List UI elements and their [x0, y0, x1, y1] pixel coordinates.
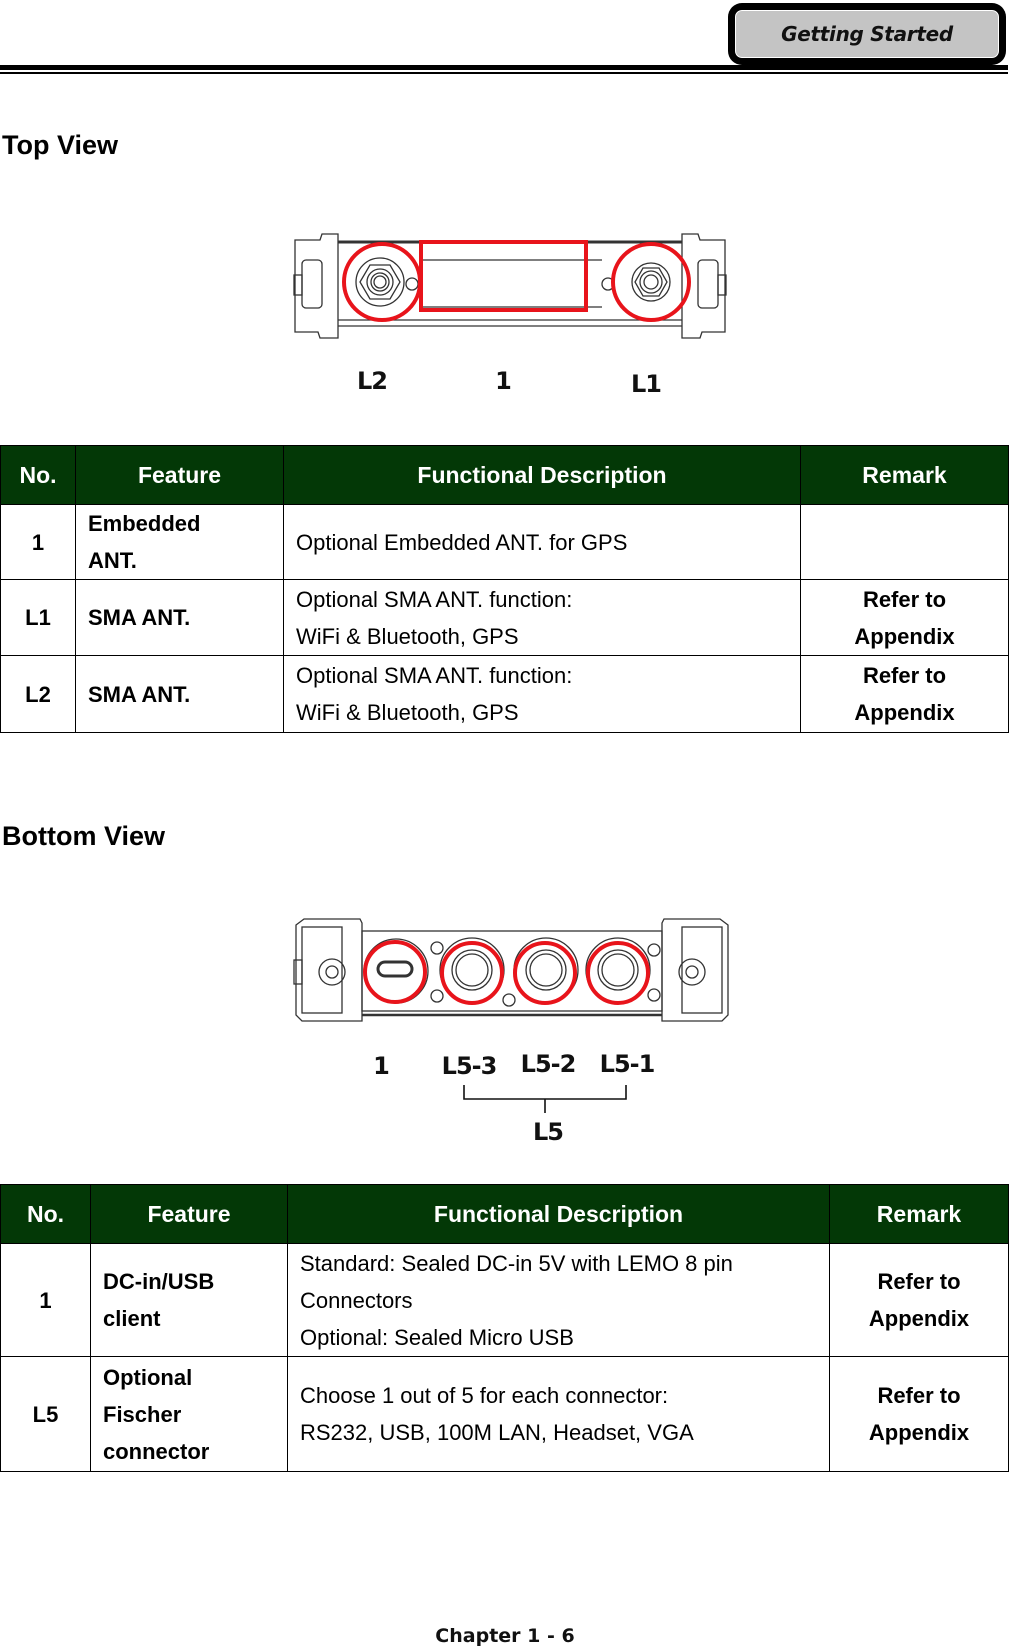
cell-description: Optional SMA ANT. function: WiFi & Bluet… [283, 655, 801, 733]
l5-3-highlight [440, 941, 504, 1005]
callout-l5-1: L5-1 [599, 1050, 656, 1078]
column-header-remark: Remark [800, 445, 1009, 505]
cell-remark: Refer to Appendix [829, 1356, 1009, 1472]
top-view-table: No. Feature Functional Description Remar… [0, 445, 1009, 733]
dc-in-highlight [363, 940, 427, 1004]
feature-line: SMA ANT. [88, 605, 191, 630]
remark-line: Refer to [877, 1383, 961, 1408]
table-row: 1 DC-in/USB client Standard: Sealed DC-i… [0, 1243, 1009, 1357]
column-header-feature: Feature [75, 445, 284, 505]
cell-feature: DC-in/USB client [90, 1243, 288, 1357]
remark-line: Refer to [862, 663, 947, 688]
column-header-feature: Feature [90, 1184, 288, 1244]
cell-remark [800, 504, 1009, 580]
cell-description: Choose 1 out of 5 for each connector: RS… [287, 1356, 830, 1472]
callout-l5-2: L5-2 [520, 1050, 577, 1078]
l5-bracket [463, 1085, 627, 1113]
column-header-no: No. [0, 1184, 91, 1244]
feature-line: connector [103, 1438, 210, 1464]
chapter-tab-inner: Getting Started [733, 8, 1001, 60]
remark-line: Appendix [868, 1420, 970, 1445]
feature-line: SMA ANT. [88, 681, 191, 707]
description-line: RS232, USB, 100M LAN, Headset, VGA [300, 1420, 694, 1445]
callout-l2: L2 [357, 367, 388, 395]
top-view-diagram [293, 233, 727, 339]
top-view-title: Top View [2, 130, 119, 160]
remark-line: Refer to [877, 1269, 961, 1294]
feature-line: Embedded [88, 511, 201, 536]
feature-line: Optional [103, 1364, 193, 1390]
description-line: Connectors [300, 1287, 413, 1313]
remark-line: Appendix [854, 623, 955, 649]
cell-no: 1 [0, 1243, 91, 1357]
cell-no: 1 [0, 504, 76, 580]
cell-no: L5 [0, 1356, 91, 1472]
callout-embedded-ant: 1 [495, 367, 512, 395]
feature-line: ANT. [88, 548, 137, 573]
header-rule [0, 65, 1008, 70]
cell-description: Optional SMA ANT. function: WiFi & Bluet… [283, 579, 801, 656]
callout-dc-in: 1 [373, 1052, 390, 1080]
description-line: Standard: Sealed DC-in 5V with LEMO 8 pi… [300, 1250, 733, 1276]
callout-l1: L1 [631, 370, 662, 398]
description-line: Optional Embedded ANT. for GPS [296, 529, 628, 555]
cell-remark: Refer to Appendix [829, 1243, 1009, 1357]
cell-feature: Optional Fischer connector [90, 1356, 288, 1472]
bottom-view-table: No. Feature Functional Description Remar… [0, 1184, 1009, 1472]
embedded-ant-highlight [419, 240, 588, 312]
bottom-view-title: Bottom View [2, 821, 166, 851]
description-line: Optional: Sealed Micro USB [300, 1324, 574, 1350]
table-row: L5 Optional Fischer connector Choose 1 o… [0, 1356, 1009, 1472]
cell-remark: Refer to Appendix [800, 655, 1009, 733]
cell-remark: Refer to Appendix [800, 579, 1009, 656]
cell-no: L1 [0, 579, 76, 656]
column-header-description: Functional Description [283, 445, 801, 505]
cell-description: Standard: Sealed DC-in 5V with LEMO 8 pi… [287, 1243, 830, 1357]
l1-highlight [611, 242, 691, 322]
chapter-tab-label: Getting Started [781, 22, 953, 46]
bottom-view-diagram [293, 918, 729, 1022]
l5-1-highlight [586, 941, 650, 1005]
description-line: WiFi & Bluetooth, GPS [296, 623, 519, 649]
cell-no: L2 [0, 655, 76, 733]
feature-line: Fischer [103, 1401, 182, 1427]
table-header-row: No. Feature Functional Description Remar… [0, 1184, 1009, 1244]
feature-line: DC-in/USB [103, 1269, 215, 1294]
column-header-description: Functional Description [287, 1184, 830, 1244]
remark-line: Refer to [862, 586, 947, 612]
column-header-no: No. [0, 445, 76, 505]
callout-l5-3: L5-3 [441, 1052, 498, 1080]
callout-l5-group: L5 [533, 1118, 564, 1146]
remark-line: Appendix [868, 1306, 970, 1331]
table-row: 1 Embedded ANT. Optional Embedded ANT. f… [0, 504, 1009, 580]
chapter-tab: Getting Started [728, 3, 1006, 65]
cell-description: Optional Embedded ANT. for GPS [283, 504, 801, 580]
column-header-remark: Remark [829, 1184, 1009, 1244]
description-line: WiFi & Bluetooth, GPS [296, 700, 519, 725]
page-footer: Chapter 1 - 6 [435, 1625, 575, 1647]
header-rule-thin [0, 72, 1008, 74]
table-row: L1 SMA ANT. Optional SMA ANT. function: … [0, 579, 1009, 656]
table-header-row: No. Feature Functional Description Remar… [0, 445, 1009, 505]
table-row: L2 SMA ANT. Optional SMA ANT. function: … [0, 655, 1009, 733]
feature-line: client [103, 1306, 161, 1331]
description-line: Optional SMA ANT. function: [296, 586, 573, 612]
remark-line: Appendix [854, 700, 955, 725]
cell-feature: SMA ANT. [75, 655, 284, 733]
cell-feature: SMA ANT. [75, 579, 284, 656]
description-line: Choose 1 out of 5 for each connector: [300, 1383, 669, 1408]
cell-feature: Embedded ANT. [75, 504, 284, 580]
description-line: Optional SMA ANT. function: [296, 663, 573, 688]
